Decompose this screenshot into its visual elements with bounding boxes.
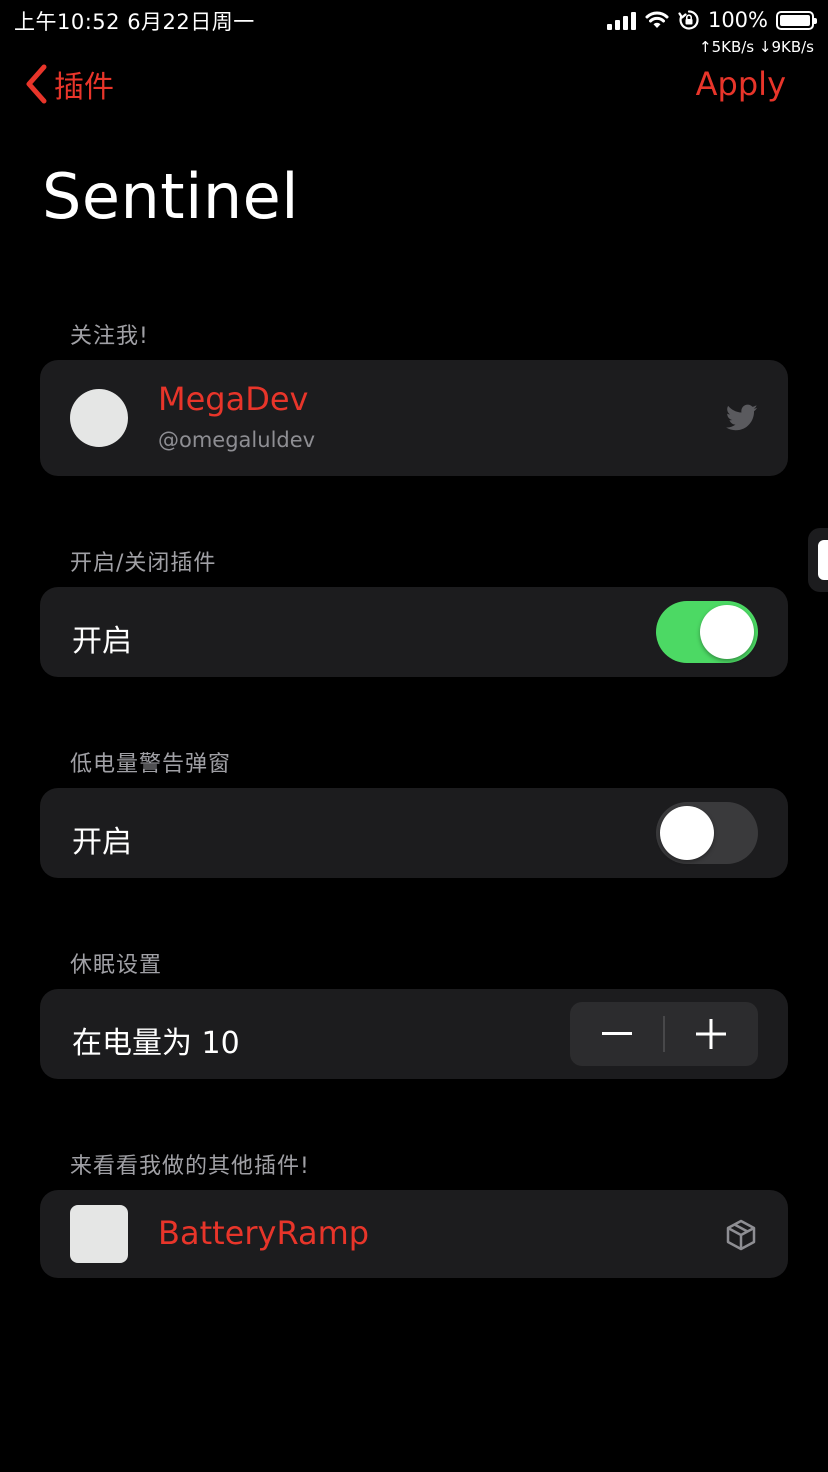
assistive-touch-handle[interactable] [808,528,828,592]
chevron-left-icon [26,64,47,104]
tweak-link-row[interactable]: BatteryRamp [40,1190,788,1278]
low-battery-alert-label: 开启 [72,825,132,860]
battery-icon [776,10,817,30]
network-speed: ↑5KB/s ↓9KB/s [699,38,814,56]
status-time: 上午10:52 6月22日周一 [14,10,255,34]
battery-percentage: 100% [707,8,768,32]
hibernate-level-row: 在电量为 10 [40,989,788,1079]
developer-name: MegaDev [158,380,309,418]
signal-icon [606,10,636,30]
stepper-increment-button[interactable] [664,1002,758,1066]
toggle-knob [660,806,714,860]
page-title: Sentinel [42,160,299,233]
section-header-follow: 关注我! [70,324,149,349]
enable-tweak-row: 开启 [40,587,788,677]
section-header-hibernate: 休眠设置 [70,953,163,978]
wifi-icon [645,11,669,28]
stepper-decrement-button[interactable] [570,1002,664,1066]
tweak-name: BatteryRamp [158,1214,370,1252]
plus-icon [696,1019,726,1049]
avatar [70,389,128,447]
developer-handle: @omegaluldev [158,428,316,452]
low-battery-alert-toggle[interactable] [656,802,758,864]
status-right-group: 100% [606,6,817,34]
package-icon [726,1219,756,1251]
enable-tweak-toggle[interactable] [656,601,758,663]
section-header-enable: 开启/关闭插件 [70,551,217,576]
twitter-icon [726,404,758,431]
status-bar: 上午10:52 6月22日周一 100% ↑5KB/s ↓9KB/s [0,0,828,60]
section-header-low-battery: 低电量警告弹窗 [70,752,232,777]
low-battery-alert-row: 开启 [40,788,788,878]
tweak-app-icon [70,1205,128,1263]
hibernate-level-stepper [570,1002,758,1066]
section-header-other-tweaks: 来看看我做的其他插件! [70,1154,310,1179]
rotation-lock-icon [678,10,699,30]
back-button-label: 插件 [54,70,114,105]
developer-follow-row[interactable]: MegaDev @omegaluldev [40,360,788,476]
apply-button[interactable]: Apply [696,62,786,106]
minus-icon [602,1032,632,1035]
toggle-knob [700,605,754,659]
hibernate-level-label: 在电量为 10 [72,1026,240,1061]
enable-tweak-label: 开启 [72,624,132,659]
back-button[interactable]: 插件 [24,62,114,106]
